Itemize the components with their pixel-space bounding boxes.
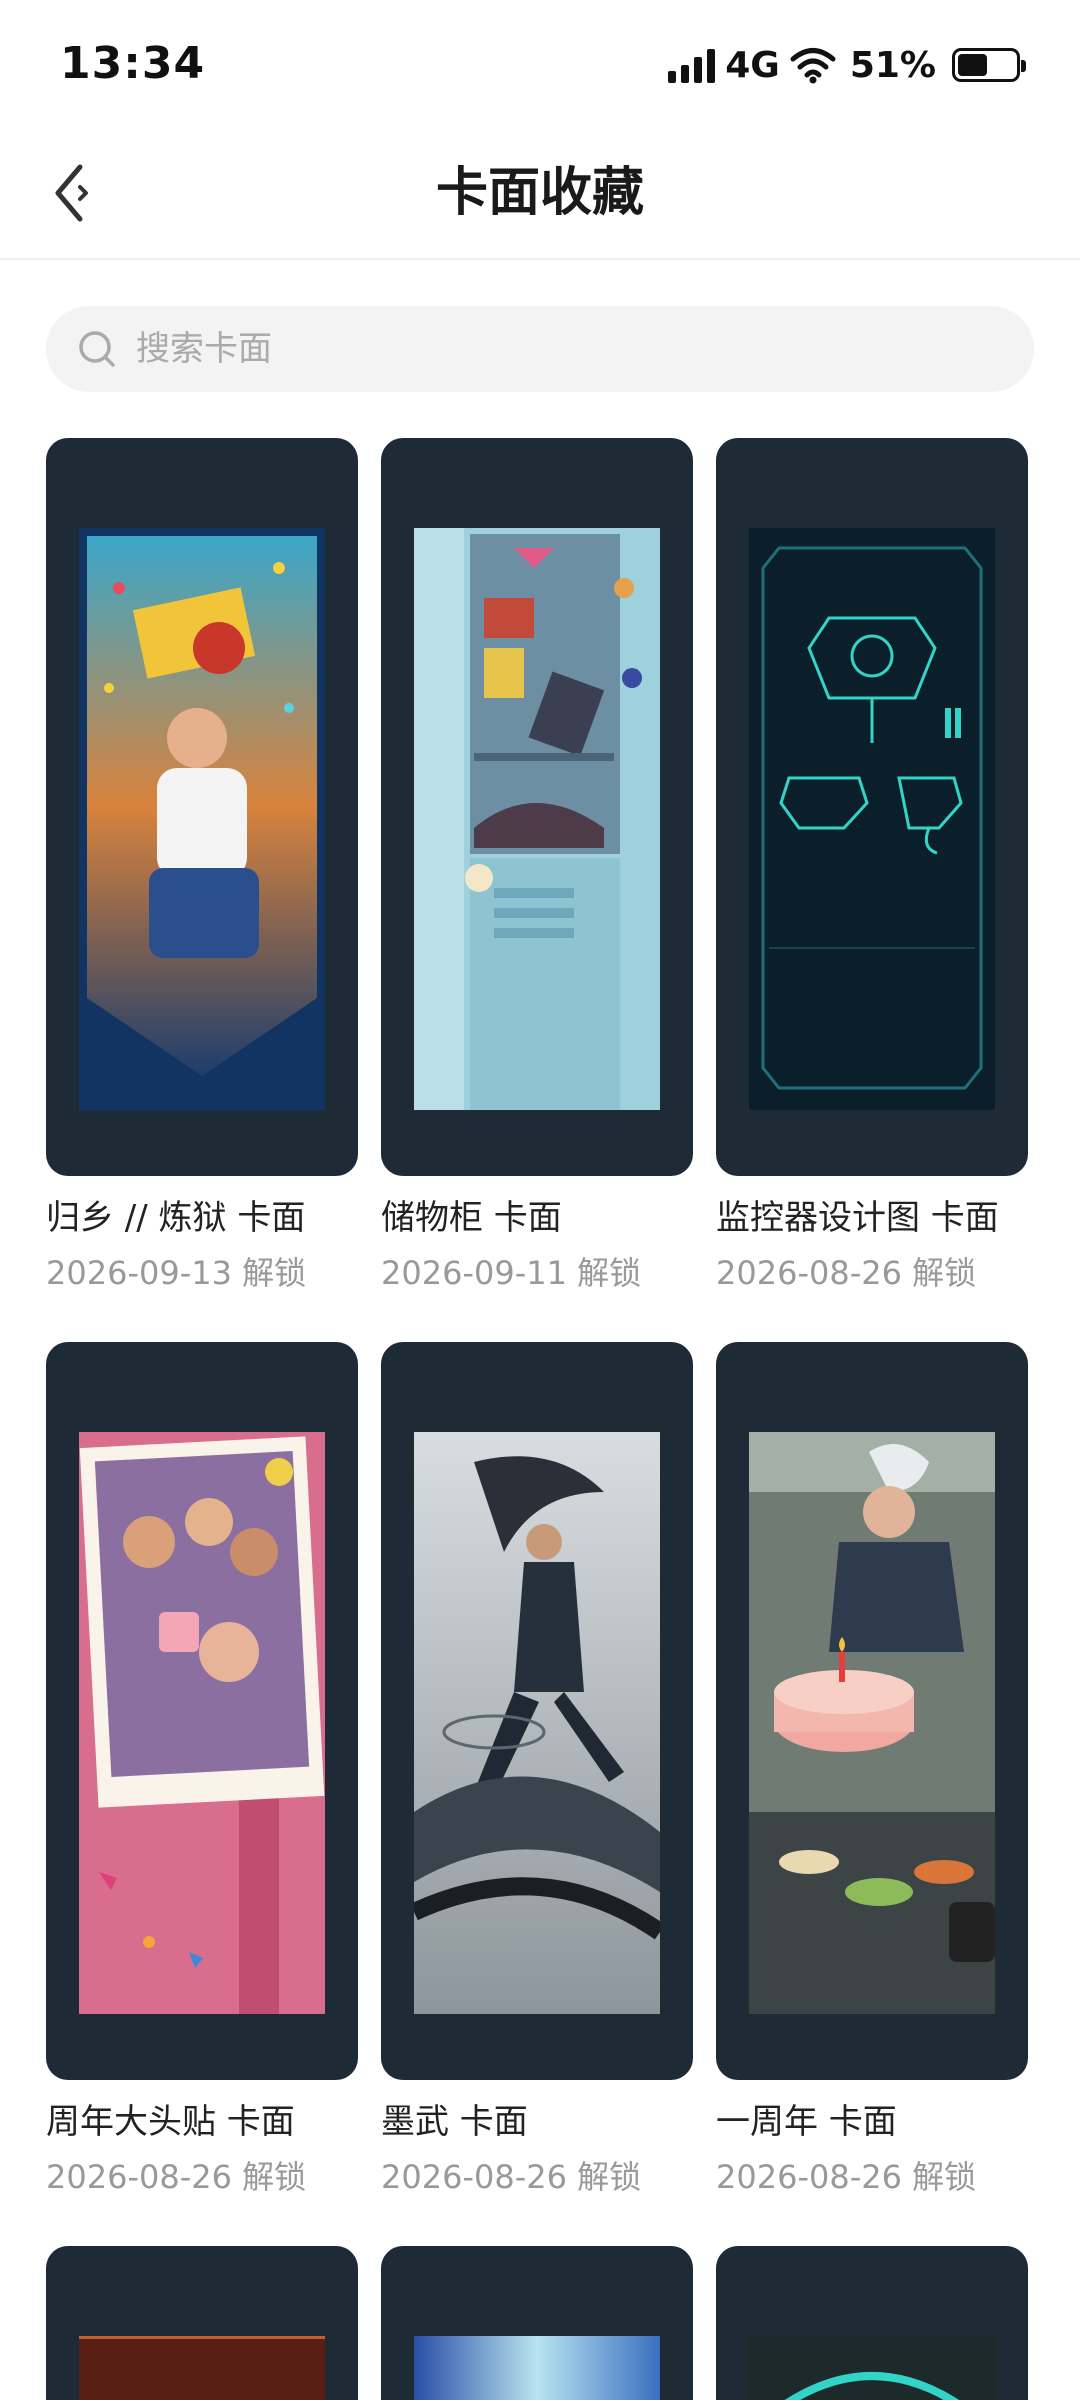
- card-item[interactable]: 监控器设计图 卡面 2026-08-26 解锁: [716, 438, 1028, 1296]
- card-item[interactable]: [381, 2246, 693, 2400]
- card-art-image: [414, 2336, 660, 2400]
- card-title: 监控器设计图 卡面: [716, 1198, 999, 1238]
- card-frame[interactable]: [381, 2246, 693, 2400]
- card-unlock-date: 2026-08-26 解锁: [46, 2158, 307, 2196]
- card-frame[interactable]: [46, 438, 358, 1176]
- search-input[interactable]: [136, 329, 996, 369]
- card-art-image: [79, 2336, 325, 2400]
- card-item[interactable]: 一周年 卡面 2026-08-26 解锁: [716, 1342, 1028, 2200]
- signal-strength-icon: [668, 47, 716, 83]
- card-art-image: [79, 528, 325, 1110]
- card-frame[interactable]: [46, 2246, 358, 2400]
- card-unlock-date: 2026-08-26 解锁: [716, 1254, 977, 1292]
- status-time: 13:34: [60, 38, 206, 89]
- wifi-icon: [790, 48, 836, 84]
- card-art-image: [749, 528, 995, 1110]
- app-header: 卡面收藏: [0, 130, 1080, 260]
- card-art-image: [414, 1432, 660, 2014]
- page-title: 卡面收藏: [435, 163, 644, 223]
- card-item[interactable]: 归乡 // 炼狱 卡面 2026-09-13 解锁: [46, 438, 358, 1296]
- card-item[interactable]: [716, 2246, 1028, 2400]
- network-type: 4G: [725, 44, 780, 86]
- card-frame[interactable]: [716, 2246, 1028, 2400]
- battery-fill: [958, 54, 987, 76]
- card-frame[interactable]: [46, 1342, 358, 2080]
- card-frame[interactable]: [716, 1342, 1028, 2080]
- card-title: 储物柜 卡面: [381, 1198, 562, 1238]
- search-icon: [79, 331, 115, 367]
- card-unlock-date: 2026-09-13 解锁: [46, 1254, 307, 1292]
- status-bar: 13:34 4G 51%: [0, 0, 1080, 130]
- card-art-image: [749, 2336, 995, 2400]
- card-title: 一周年 卡面: [716, 2102, 897, 2142]
- card-frame[interactable]: [381, 1342, 693, 2080]
- status-indicators: 4G 51%: [668, 40, 1026, 90]
- battery-percent: 51%: [849, 44, 936, 86]
- card-unlock-date: 2026-08-26 解锁: [716, 2158, 977, 2196]
- card-title: 墨武 卡面: [381, 2102, 528, 2142]
- card-item[interactable]: 周年大头贴 卡面 2026-08-26 解锁: [46, 1342, 358, 2200]
- card-item[interactable]: 墨武 卡面 2026-08-26 解锁: [381, 1342, 693, 2200]
- card-frame[interactable]: [381, 438, 693, 1176]
- card-unlock-date: 2026-08-26 解锁: [381, 2158, 642, 2196]
- card-unlock-date: 2026-09-11 解锁: [381, 1254, 642, 1292]
- battery-icon: [952, 48, 1026, 82]
- card-item[interactable]: 储物柜 卡面 2026-09-11 解锁: [381, 438, 693, 1296]
- card-art-image: [749, 1432, 995, 2014]
- card-title: 归乡 // 炼狱 卡面: [46, 1198, 306, 1238]
- card-title: 周年大头贴 卡面: [46, 2102, 295, 2142]
- card-art-image: [79, 1432, 325, 2014]
- search-bar[interactable]: [46, 306, 1034, 392]
- card-frame[interactable]: [716, 438, 1028, 1176]
- card-item[interactable]: [46, 2246, 358, 2400]
- card-art-image: [414, 528, 660, 1110]
